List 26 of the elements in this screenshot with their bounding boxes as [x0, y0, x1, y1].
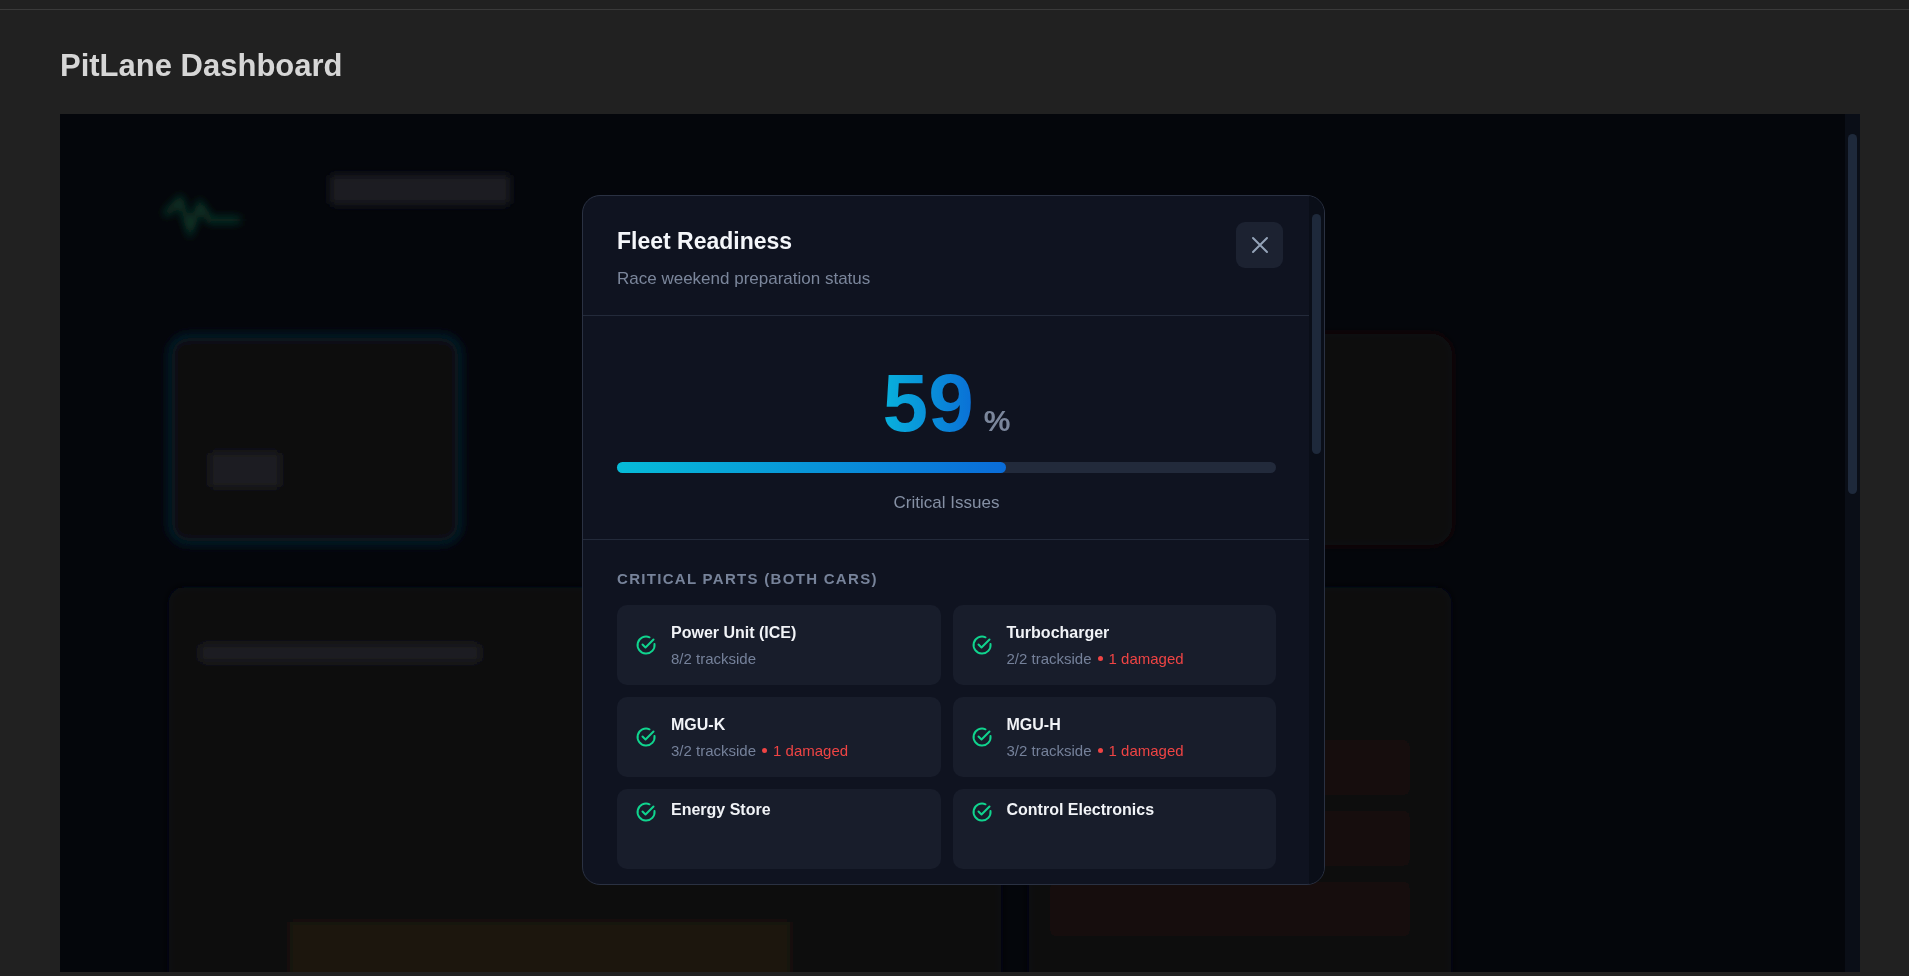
part-name: MGU-H — [1006, 715, 1062, 734]
modal-subtitle: Race weekend preparation status — [617, 269, 871, 289]
modal-title: Fleet Readiness — [617, 228, 794, 255]
status-dot — [1097, 655, 1103, 661]
damaged-count: 1 damaged — [1108, 741, 1184, 759]
status-dot — [762, 747, 768, 753]
damaged-count: 1 damaged — [773, 741, 849, 759]
close-button[interactable] — [1236, 222, 1283, 268]
scrollbar[interactable] — [1309, 196, 1324, 884]
scrollbar[interactable] — [1845, 114, 1860, 972]
trackside-count: 3/2 trackside — [1006, 741, 1092, 759]
status-dot — [1097, 747, 1103, 753]
part-name: Energy Store — [671, 801, 771, 819]
part-name: Turbocharger — [1006, 623, 1111, 642]
percent-unit: % — [983, 404, 1011, 438]
trackside-count: 8/2 trackside — [671, 649, 757, 667]
trackside-count: 2/2 trackside — [1006, 649, 1092, 667]
progress-caption: Critical Issues — [893, 493, 1000, 513]
part-name: Power Unit (ICE) — [671, 623, 797, 642]
part-name: MGU-K — [671, 715, 727, 734]
damaged-count: 1 damaged — [1108, 649, 1184, 667]
close-icon — [1250, 236, 1269, 254]
part-name: Control Electronics — [1006, 801, 1155, 819]
trackside-count: 3/2 trackside — [671, 741, 757, 759]
page-title: PitLane Dashboard — [60, 48, 344, 84]
section-title: CRITICAL PARTS (BOTH CARS) — [617, 570, 879, 587]
